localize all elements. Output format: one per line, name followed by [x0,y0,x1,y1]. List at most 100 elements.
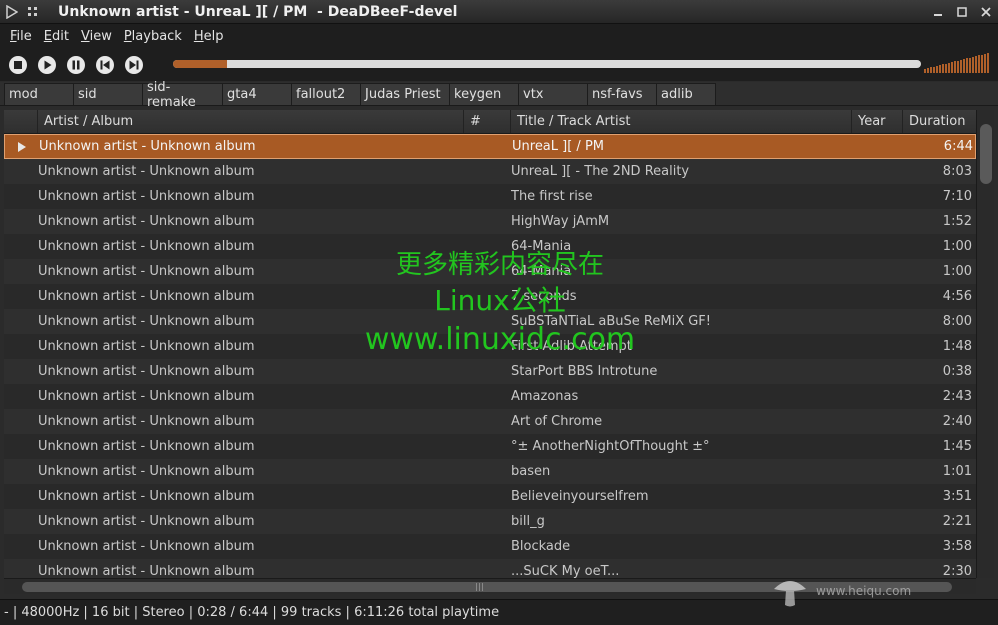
volume-bar[interactable] [924,53,994,73]
table-row[interactable]: Unknown artist - Unknown album Art of Chr… [4,409,976,434]
table-row[interactable]: Unknown artist - Unknown album HighWay jA… [4,209,976,234]
maximize-icon[interactable] [954,4,970,20]
volume-level-bar [939,65,941,73]
playlist[interactable]: Artist / Album # Title / Track Artist Ye… [4,110,976,578]
cell-artist-album: Unknown artist - Unknown album [38,539,255,554]
table-row[interactable]: Unknown artist - Unknown album 7 seconds 4… [4,284,976,309]
cell-duration: 4:56 [942,289,972,304]
menu-playback[interactable]: Playback [118,29,188,44]
volume-level-bar [924,69,926,73]
menu-view[interactable]: View [75,29,118,44]
cell-title: Art of Chrome [511,414,603,429]
playlist-tabs: mod sid sid-remake gta4 fallout2 Judas P… [0,80,998,110]
cell-duration: 2:40 [942,414,972,429]
previous-button[interactable] [93,53,117,77]
window-menu-icon[interactable] [22,0,44,24]
tab-adlib[interactable]: adlib [656,83,716,105]
table-row[interactable]: Unknown artist - Unknown album Believeiny… [4,484,976,509]
table-row[interactable]: Unknown artist - Unknown album StarPort B… [4,359,976,384]
tab-mod[interactable]: mod [4,83,74,105]
volume-level-bar [951,62,953,73]
pause-button[interactable] [64,53,88,77]
volume-level-bar [948,63,950,73]
tab-keygen[interactable]: keygen [449,83,519,105]
seek-bar-fill [173,60,228,68]
tab-judas-priest[interactable]: Judas Priest [360,83,450,105]
cell-title: The first rise [511,189,593,204]
cell-title: ...SuCK My oeT... [511,564,620,578]
horizontal-scrollbar[interactable] [4,578,976,594]
volume-level-bar [930,67,932,73]
cell-title: °± AnotherNightOfThought ±° [511,439,710,454]
column-artist-album[interactable]: Artist / Album [38,110,464,133]
cell-artist-album: Unknown artist - Unknown album [38,239,255,254]
table-row[interactable]: Unknown artist - Unknown album First Adli… [4,334,976,359]
prev-icon [96,56,114,74]
tab-gta4[interactable]: gta4 [222,83,292,105]
table-row[interactable]: Unknown artist - Unknown album °± Another… [4,434,976,459]
cell-title: Blockade [511,539,571,554]
cell-duration: 2:21 [942,514,972,529]
table-row[interactable]: Unknown artist - Unknown album UnreaL ][ … [4,134,976,159]
table-row[interactable]: Unknown artist - Unknown album bill_g 2:21 [4,509,976,534]
cell-artist-album: Unknown artist - Unknown album [38,339,255,354]
column-year[interactable]: Year [852,110,903,133]
column-title[interactable]: Title / Track Artist [511,110,852,133]
cell-duration: 2:43 [942,389,972,404]
play-button[interactable] [35,53,59,77]
cell-title: basen [511,464,551,479]
minimize-icon[interactable] [930,4,946,20]
column-status[interactable] [4,110,38,133]
column-duration[interactable]: Duration [903,110,976,133]
next-button[interactable] [122,53,146,77]
app-icon[interactable] [2,0,22,24]
cell-artist-album: Unknown artist - Unknown album [38,489,255,504]
volume-level-bar [960,60,962,73]
table-row[interactable]: Unknown artist - Unknown album 64-Mania 1:… [4,259,976,284]
seek-bar[interactable] [173,60,921,68]
volume-level-bar [957,61,959,73]
cell-duration: 1:52 [942,214,972,229]
vertical-scrollbar[interactable] [976,110,994,578]
playlist-rows: Unknown artist - Unknown album UnreaL ][ … [4,134,976,578]
volume-level-bar [966,58,968,73]
play-icon [38,56,56,74]
table-row[interactable]: Unknown artist - Unknown album UnreaL ][ … [4,159,976,184]
tab-sid[interactable]: sid [73,83,143,105]
cell-title: 64-Mania [511,264,572,279]
cell-duration: 1:48 [942,339,972,354]
stop-icon [9,56,27,74]
cell-artist-album: Unknown artist - Unknown album [38,389,255,404]
cell-artist-album: Unknown artist - Unknown album [38,264,255,279]
tab-sid-remake[interactable]: sid-remake [142,80,223,110]
column-number[interactable]: # [464,110,511,133]
cell-duration: 1:45 [942,439,972,454]
menu-file[interactable]: File [4,29,38,44]
menu-help[interactable]: Help [188,29,230,44]
vertical-scrollbar-thumb[interactable] [980,124,992,184]
menu-bar: File Edit View Playback Help [0,24,998,49]
table-row[interactable]: Unknown artist - Unknown album SuBSTaNTia… [4,309,976,334]
volume-level-bar [945,64,947,73]
table-row[interactable]: Unknown artist - Unknown album basen 1:01 [4,459,976,484]
menu-edit[interactable]: Edit [38,29,75,44]
tab-fallout2[interactable]: fallout2 [291,83,361,105]
table-row[interactable]: Unknown artist - Unknown album ...SuCK My… [4,559,976,578]
cell-title: 7 seconds [511,289,577,304]
scrollbar-grip-icon [476,583,488,591]
table-row[interactable]: Unknown artist - Unknown album Blockade 3:… [4,534,976,559]
close-icon[interactable] [978,4,994,20]
cell-artist-album: Unknown artist - Unknown album [38,214,255,229]
cell-artist-album: Unknown artist - Unknown album [38,439,255,454]
stop-button[interactable] [6,53,30,77]
tab-nsf-favs[interactable]: nsf-favs [587,83,657,105]
cell-duration: 3:51 [942,489,972,504]
table-row[interactable]: Unknown artist - Unknown album The first … [4,184,976,209]
volume-level-bar [927,68,929,73]
table-row[interactable]: Unknown artist - Unknown album Amazonas 2:… [4,384,976,409]
volume-level-bar [954,61,956,73]
next-icon [125,56,143,74]
tab-vtx[interactable]: vtx [518,83,588,105]
table-row[interactable]: Unknown artist - Unknown album 64-Mania 1:… [4,234,976,259]
cell-title: Believeinyourselfrem [511,489,649,504]
